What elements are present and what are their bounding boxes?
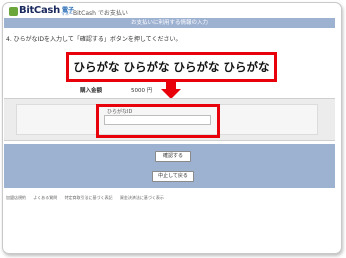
footer-link-commerce-law[interactable]: 特定商取引法に基づく表記 [65, 195, 113, 200]
header-title: BitCash でお支払い [73, 10, 128, 17]
footer-links: 加盟店規約 よくある質問 特定商取引法に基づく表記 資金決済法に基づく表示 [6, 195, 170, 201]
purchase-amount-label: 購入金額 [80, 88, 103, 94]
bitcash-logo-icon [9, 7, 18, 16]
down-arrow-icon [166, 81, 176, 89]
instruction-text: 4. ひらがなIDを入力して「確認する」ボタンを押してください。 [6, 36, 182, 43]
footer-link-terms[interactable]: 加盟店規約 [6, 195, 26, 200]
confirm-button[interactable]: 確認する [155, 151, 191, 162]
id-field-highlight [96, 104, 220, 138]
logo-sub-bottom: マネー [61, 11, 73, 16]
footer-link-payment-law[interactable]: 資金決済法に基づく表示 [120, 195, 164, 200]
page-title-bar: お支払いに利用する情報の入力 [4, 18, 335, 28]
hiragana-callout-text: ひらがな ひらがな ひらがな ひらがな [73, 60, 270, 74]
cancel-button[interactable]: 中止して戻る [152, 171, 194, 182]
footer-link-faq[interactable]: よくある質問 [33, 195, 57, 200]
purchase-amount-value: 5000 円 [131, 88, 153, 94]
hiragana-callout-box: ひらがな ひらがな ひらがな ひらがな [66, 52, 277, 82]
logo-text: BitCash [19, 5, 60, 16]
